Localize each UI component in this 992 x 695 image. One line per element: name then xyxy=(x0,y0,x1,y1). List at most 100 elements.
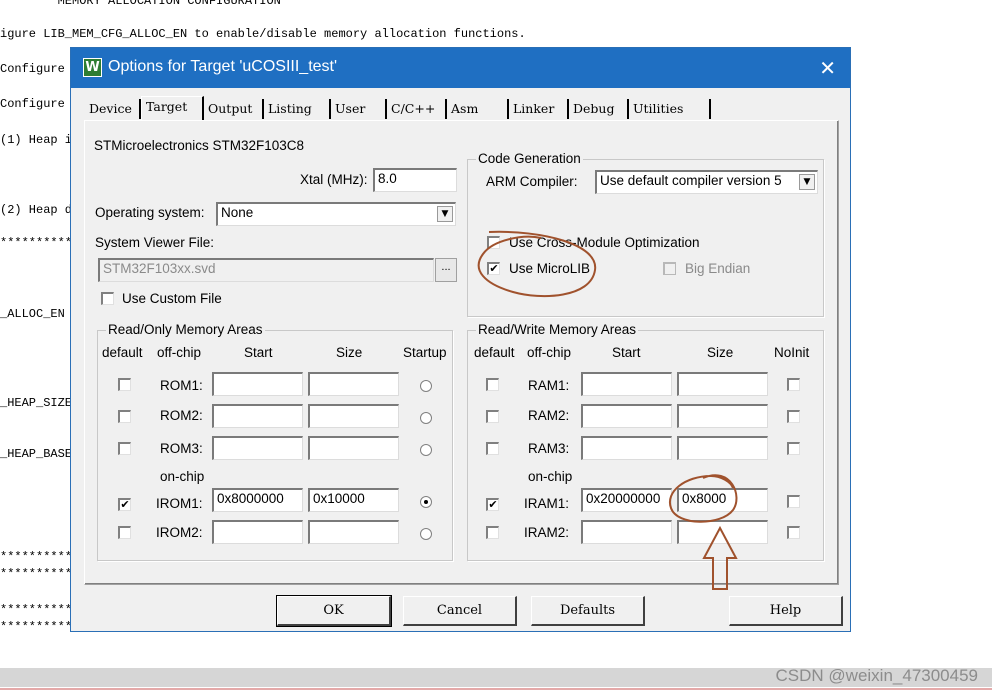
rom2-size-input[interactable] xyxy=(308,404,399,428)
tab-output[interactable]: Output xyxy=(204,99,264,119)
help-button[interactable]: Help xyxy=(729,596,843,626)
code-line: (1) Heap i xyxy=(0,133,73,147)
watermark: CSDN @weixin_47300459 xyxy=(775,666,978,685)
tab-utilities[interactable]: Utilities xyxy=(629,99,711,119)
svd-input[interactable]: STM32F103xx.svd xyxy=(98,258,434,282)
rom2-default-checkbox[interactable] xyxy=(118,410,131,423)
iram1-size-input[interactable]: 0x8000 xyxy=(677,488,768,512)
rom2-label: ROM2: xyxy=(160,408,203,423)
code-line: ********** xyxy=(0,620,73,634)
rom1-startup-radio[interactable] xyxy=(420,380,432,392)
tab-target[interactable]: Target xyxy=(141,96,204,121)
rom1-default-checkbox[interactable] xyxy=(118,378,131,391)
rom2-startup-radio[interactable] xyxy=(420,412,432,424)
ram2-default-checkbox[interactable] xyxy=(486,410,499,423)
compiler-label: ARM Compiler: xyxy=(486,174,578,189)
cancel-button[interactable]: Cancel xyxy=(403,596,517,626)
iram2-default-checkbox[interactable] xyxy=(486,526,499,539)
rom1-start-input[interactable] xyxy=(212,372,303,396)
irom2-startup-radio[interactable] xyxy=(420,528,432,540)
tab-debug[interactable]: Debug xyxy=(569,99,629,119)
rom3-startup-radio[interactable] xyxy=(420,444,432,456)
tab-device[interactable]: Device xyxy=(85,99,141,119)
irom1-default-checkbox[interactable]: ✔ xyxy=(118,498,131,511)
tab-asm[interactable]: Asm xyxy=(447,99,509,119)
code-line: ********** xyxy=(0,567,73,581)
ok-button[interactable]: OK xyxy=(276,595,392,627)
big-endian-checkbox[interactable] xyxy=(663,262,676,275)
ram1-noinit-checkbox[interactable] xyxy=(787,378,800,391)
ro-header-start: Start xyxy=(244,345,273,360)
custom-file-checkbox[interactable] xyxy=(101,292,114,305)
code-line: Configure xyxy=(0,97,65,111)
ram1-start-input[interactable] xyxy=(581,372,672,396)
rw-header-offchip: off-chip xyxy=(527,345,572,360)
rom2-start-input[interactable] xyxy=(212,404,303,428)
ram2-size-input[interactable] xyxy=(677,404,768,428)
ro-header-offchip: off-chip xyxy=(157,345,202,360)
tab-linker[interactable]: Linker xyxy=(509,99,569,119)
irom1-size-input[interactable]: 0x10000 xyxy=(308,488,399,512)
ram3-start-input[interactable] xyxy=(581,436,672,460)
chevron-down-icon: ▼ xyxy=(437,206,453,222)
ro-onchip-label: on-chip xyxy=(160,469,205,484)
iram1-default-checkbox[interactable]: ✔ xyxy=(486,498,499,511)
divider xyxy=(0,688,992,690)
os-select[interactable]: None ▼ xyxy=(216,202,456,226)
rw-header-start: Start xyxy=(612,345,641,360)
rw-onchip-label: on-chip xyxy=(528,469,573,484)
ro-memory-legend: Read/Only Memory Areas xyxy=(106,322,265,337)
close-icon[interactable]: ✕ xyxy=(819,56,836,80)
compiler-select-value: Use default compiler version 5 xyxy=(600,173,782,188)
rw-header-noinit: NoInit xyxy=(774,345,810,360)
microlib-checkbox[interactable]: ✔ xyxy=(487,262,500,275)
iram1-start-input[interactable]: 0x20000000 xyxy=(581,488,672,512)
rom3-size-input[interactable] xyxy=(308,436,399,460)
rom3-label: ROM3: xyxy=(160,441,203,456)
ram2-noinit-checkbox[interactable] xyxy=(787,410,800,423)
irom1-label: IROM1: xyxy=(156,496,203,511)
irom2-size-input[interactable] xyxy=(308,520,399,544)
tab-listing[interactable]: Listing xyxy=(264,99,331,119)
code-line: MEMORY ALLOCATION CONFIGURATION xyxy=(0,0,281,8)
rom3-start-input[interactable] xyxy=(212,436,303,460)
irom1-startup-radio[interactable] xyxy=(420,496,432,508)
code-line: _HEAP_SIZE xyxy=(0,396,73,410)
ram2-start-input[interactable] xyxy=(581,404,672,428)
tab-c-cpp[interactable]: C/C++ xyxy=(387,99,447,119)
os-select-value: None xyxy=(221,205,254,220)
irom2-default-checkbox[interactable] xyxy=(118,526,131,539)
rw-header-default: default xyxy=(474,345,515,360)
rom1-size-input[interactable] xyxy=(308,372,399,396)
rom3-default-checkbox[interactable] xyxy=(118,442,131,455)
ram2-label: RAM2: xyxy=(528,408,570,423)
ro-header-default: default xyxy=(102,345,143,360)
dialog-titlebar[interactable]: W Options for Target 'uCOSIII_test' ✕ xyxy=(71,48,850,88)
iram2-noinit-checkbox[interactable] xyxy=(787,526,800,539)
irom2-start-input[interactable] xyxy=(212,520,303,544)
ram3-size-input[interactable] xyxy=(677,436,768,460)
iram1-noinit-checkbox[interactable] xyxy=(787,495,800,508)
irom1-start-input[interactable]: 0x8000000 xyxy=(212,488,303,512)
ram1-default-checkbox[interactable] xyxy=(486,378,499,391)
xtal-input[interactable]: 8.0 xyxy=(373,168,457,192)
compiler-select[interactable]: Use default compiler version 5 ▼ xyxy=(595,170,818,194)
big-endian-label: Big Endian xyxy=(685,261,751,276)
rw-header-size: Size xyxy=(707,345,734,360)
custom-file-label: Use Custom File xyxy=(122,291,222,306)
iram2-size-input[interactable] xyxy=(677,520,768,544)
code-line: igure LIB_MEM_CFG_ALLOC_EN to enable/dis… xyxy=(0,27,526,41)
ram1-label: RAM1: xyxy=(528,378,570,393)
defaults-button[interactable]: Defaults xyxy=(531,596,645,626)
keil-app-icon: W xyxy=(83,58,102,77)
cross-module-checkbox[interactable] xyxy=(487,236,500,249)
iram1-label: IRAM1: xyxy=(524,496,570,511)
irom2-label: IROM2: xyxy=(156,525,203,540)
tab-user[interactable]: User xyxy=(331,99,387,119)
ram3-noinit-checkbox[interactable] xyxy=(787,442,800,455)
code-line: Configure xyxy=(0,62,65,76)
svd-browse-button[interactable]: ... xyxy=(435,258,457,282)
ram3-default-checkbox[interactable] xyxy=(486,442,499,455)
ram1-size-input[interactable] xyxy=(677,372,768,396)
iram2-start-input[interactable] xyxy=(581,520,672,544)
